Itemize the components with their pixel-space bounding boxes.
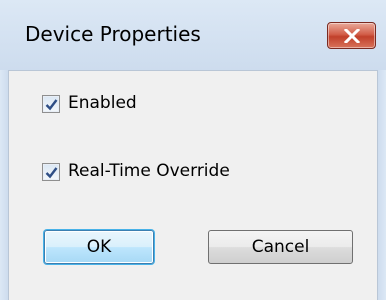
enabled-label[interactable]: Enabled: [68, 93, 137, 113]
enabled-checkbox[interactable]: [42, 95, 60, 113]
title-bar[interactable]: Device Properties: [0, 0, 386, 70]
close-button[interactable]: [327, 22, 376, 49]
realtime-override-checkbox[interactable]: [42, 163, 60, 181]
close-x-icon: [344, 29, 360, 43]
checkmark-icon: [45, 167, 58, 179]
ok-button[interactable]: OK: [44, 230, 154, 264]
dialog-body: Enabled Real-Time Override OK Cancel: [8, 70, 378, 300]
window-frame-left: [0, 70, 8, 300]
device-properties-dialog: Device Properties Enabled Real-Time Over: [0, 0, 386, 300]
checkmark-icon: [45, 99, 58, 111]
cancel-button[interactable]: Cancel: [208, 230, 353, 264]
realtime-override-label[interactable]: Real-Time Override: [68, 161, 230, 181]
window-title: Device Properties: [25, 22, 201, 46]
window-frame-right: [378, 70, 386, 300]
